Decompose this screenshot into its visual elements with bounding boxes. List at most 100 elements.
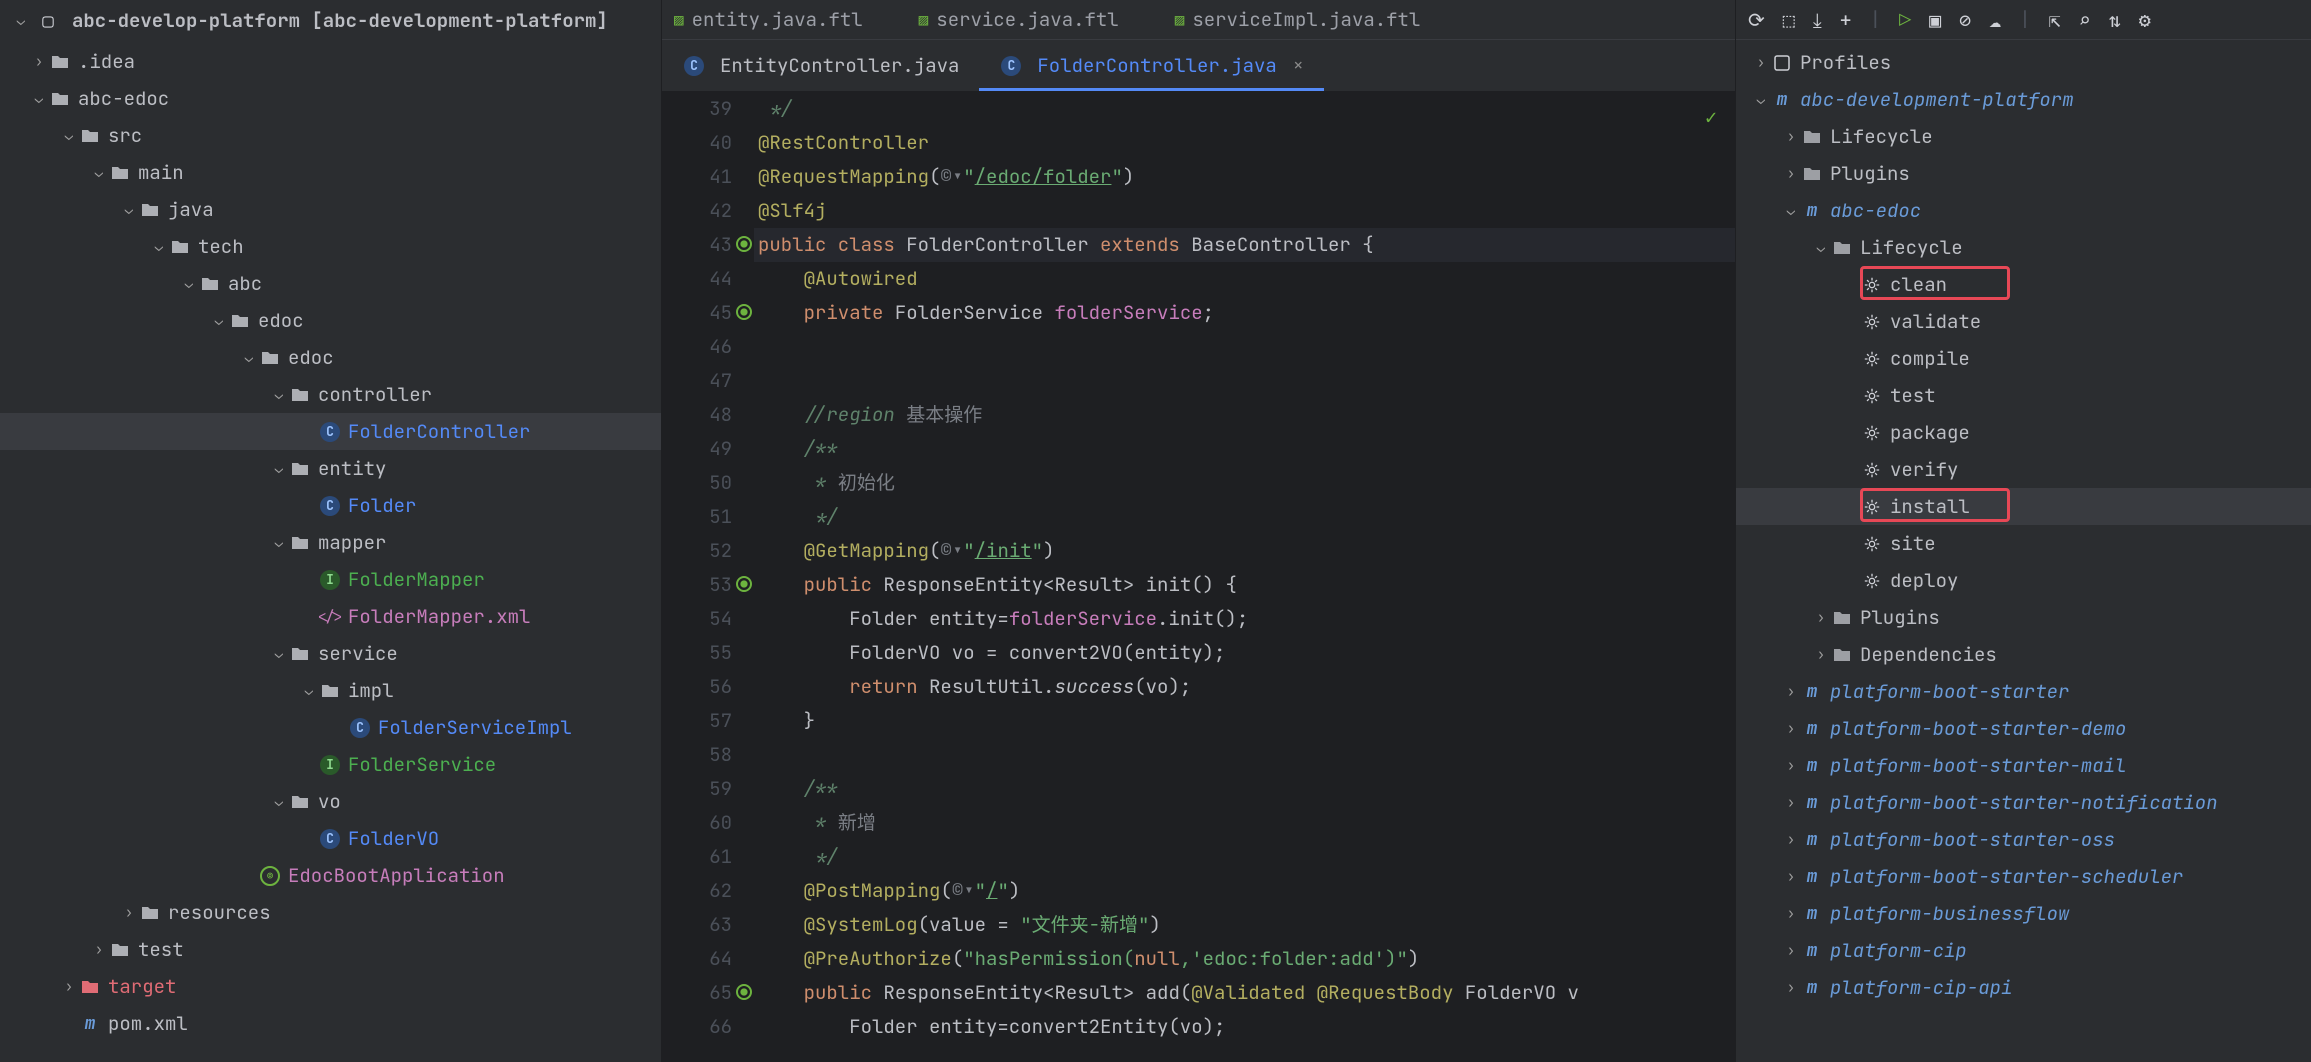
code-line[interactable]: public ResponseEntity<Result> add(@Valid… bbox=[754, 976, 1735, 1010]
gutter-number[interactable]: 53 bbox=[662, 568, 732, 602]
gutter-number[interactable]: 50 bbox=[662, 466, 732, 500]
maven-tree-row[interactable]: compile bbox=[1736, 340, 2311, 377]
gutter-number[interactable]: 47 bbox=[662, 364, 732, 398]
gutter-number[interactable]: 57 bbox=[662, 704, 732, 738]
editor-tab[interactable]: CEntityController.java bbox=[662, 40, 979, 91]
ftl-tab[interactable]: ▨service.java.ftl bbox=[919, 7, 1119, 32]
project-tree-row[interactable]: CFolderVO bbox=[0, 820, 661, 857]
maven-tree-row[interactable]: deploy bbox=[1736, 562, 2311, 599]
gutter-number[interactable]: 43 bbox=[662, 228, 732, 262]
gutter-marker-icon[interactable] bbox=[736, 984, 752, 1000]
code-line[interactable]: @RequestMapping(©▾"/edoc/folder") bbox=[754, 160, 1735, 194]
project-tree-row[interactable]: ⌄mapper bbox=[0, 524, 661, 561]
gutter-number[interactable]: 63 bbox=[662, 908, 732, 942]
maven-tree-row[interactable]: validate bbox=[1736, 303, 2311, 340]
gutter-number[interactable]: 55 bbox=[662, 636, 732, 670]
settings-icon[interactable]: ⚙ bbox=[2139, 7, 2151, 33]
code-line[interactable] bbox=[754, 364, 1735, 398]
inspections-ok-icon[interactable]: ✓ bbox=[1705, 104, 1717, 130]
code-line[interactable]: @Slf4j bbox=[754, 194, 1735, 228]
maven-tree-row[interactable]: package bbox=[1736, 414, 2311, 451]
code-line[interactable]: */ bbox=[754, 500, 1735, 534]
project-tree-row[interactable]: ⌄src bbox=[0, 117, 661, 154]
close-icon[interactable]: × bbox=[1293, 54, 1304, 77]
code-line[interactable]: @Autowired bbox=[754, 262, 1735, 296]
code-line[interactable]: @PostMapping(©▾"/") bbox=[754, 874, 1735, 908]
maven-tree-row[interactable]: ›mplatform-businessflow bbox=[1736, 895, 2311, 932]
gutter-marker-icon[interactable] bbox=[736, 236, 752, 252]
add-icon[interactable]: + bbox=[1840, 7, 1852, 33]
maven-tree-row[interactable]: test bbox=[1736, 377, 2311, 414]
project-tree-row[interactable]: ⌄edoc bbox=[0, 339, 661, 376]
code-line[interactable]: public class FolderController extends Ba… bbox=[754, 228, 1735, 262]
maven-tree-row[interactable]: ›Plugins bbox=[1736, 599, 2311, 636]
project-tree-row[interactable]: mpom.xml bbox=[0, 1005, 661, 1042]
code-line[interactable]: Folder entity=folderService.init(); bbox=[754, 602, 1735, 636]
gutter-number[interactable]: 40 bbox=[662, 126, 732, 160]
code-line[interactable]: FolderVO vo = convert2VO(entity); bbox=[754, 636, 1735, 670]
maven-tree-row[interactable]: ›mplatform-boot-starter-notification bbox=[1736, 784, 2311, 821]
project-tree-row[interactable]: ⌄abc-edoc bbox=[0, 80, 661, 117]
project-tree-row[interactable]: ›.idea bbox=[0, 43, 661, 80]
ftl-tab[interactable]: ▨serviceImpl.java.ftl bbox=[1175, 7, 1421, 32]
gutter-number[interactable]: 59 bbox=[662, 772, 732, 806]
offline-icon[interactable]: ☁ bbox=[1989, 7, 2001, 33]
editor-tab[interactable]: CFolderController.java× bbox=[979, 40, 1323, 91]
maven-tree-row[interactable]: ›Plugins bbox=[1736, 155, 2311, 192]
code-line[interactable]: * 初始化 bbox=[754, 466, 1735, 500]
code-line[interactable]: * 新增 bbox=[754, 806, 1735, 840]
reload-icon[interactable]: ⟳ bbox=[1748, 7, 1765, 33]
maven-tree-row[interactable]: ›mplatform-boot-starter-oss bbox=[1736, 821, 2311, 858]
maven-tree-row[interactable]: ›mplatform-cip bbox=[1736, 932, 2311, 969]
skip-icon[interactable]: ⊘ bbox=[1959, 7, 1971, 33]
code-line[interactable]: //region 基本操作 bbox=[754, 398, 1735, 432]
gutter-number[interactable]: 45 bbox=[662, 296, 732, 330]
gutter-number[interactable]: 65 bbox=[662, 976, 732, 1010]
gutter-number[interactable]: 39 bbox=[662, 92, 732, 126]
download-icon[interactable]: ⤓ bbox=[1813, 7, 1822, 33]
gutter-number[interactable]: 64 bbox=[662, 942, 732, 976]
code-area[interactable]: */@RestController@RequestMapping(©▾"/edo… bbox=[754, 92, 1735, 1062]
project-tree-row[interactable]: ›target bbox=[0, 968, 661, 1005]
profile-icon[interactable]: ⇅ bbox=[2109, 7, 2121, 33]
maven-tree-row[interactable]: site bbox=[1736, 525, 2311, 562]
maven-tree-row[interactable]: install bbox=[1736, 488, 2311, 525]
gutter-number[interactable]: 41 bbox=[662, 160, 732, 194]
project-tree-row[interactable]: CFolder bbox=[0, 487, 661, 524]
gutter-number[interactable]: 62 bbox=[662, 874, 732, 908]
gutter-marker-icon[interactable] bbox=[736, 304, 752, 320]
project-tree-row[interactable]: </>FolderMapper.xml bbox=[0, 598, 661, 635]
gutter-number[interactable]: 61 bbox=[662, 840, 732, 874]
gutter-number[interactable]: 51 bbox=[662, 500, 732, 534]
code-line[interactable]: @GetMapping(©▾"/init") bbox=[754, 534, 1735, 568]
project-tree-row[interactable]: ⌄service bbox=[0, 635, 661, 672]
code-line[interactable] bbox=[754, 738, 1735, 772]
code-line[interactable]: */ bbox=[754, 92, 1735, 126]
code-line[interactable]: /** bbox=[754, 772, 1735, 806]
maven-tree-row[interactable]: ›Dependencies bbox=[1736, 636, 2311, 673]
gutter-number[interactable]: 42 bbox=[662, 194, 732, 228]
code-line[interactable]: Folder entity=convert2Entity(vo); bbox=[754, 1010, 1735, 1044]
ftl-tab[interactable]: ▨entity.java.ftl bbox=[674, 7, 863, 32]
gutter-number[interactable]: 49 bbox=[662, 432, 732, 466]
code-line[interactable]: } bbox=[754, 704, 1735, 738]
project-tree-row[interactable]: ⌄tech bbox=[0, 228, 661, 265]
gutter-number[interactable]: 54 bbox=[662, 602, 732, 636]
gutter-number[interactable]: 60 bbox=[662, 806, 732, 840]
project-tree-row[interactable]: CFolderServiceImpl bbox=[0, 709, 661, 746]
code-line[interactable]: @SystemLog(value = "文件夹-新增") bbox=[754, 908, 1735, 942]
code-line[interactable]: @PreAuthorize("hasPermission(null,'edoc:… bbox=[754, 942, 1735, 976]
gutter-number[interactable]: 48 bbox=[662, 398, 732, 432]
generate-icon[interactable]: ⬚ bbox=[1783, 7, 1795, 33]
code-line[interactable] bbox=[754, 330, 1735, 364]
gutter-number[interactable]: 58 bbox=[662, 738, 732, 772]
search-icon[interactable]: ⌕ bbox=[2079, 7, 2091, 33]
code-line[interactable]: private FolderService folderService; bbox=[754, 296, 1735, 330]
project-tree-row[interactable]: IFolderMapper bbox=[0, 561, 661, 598]
project-tree-row[interactable]: ›test bbox=[0, 931, 661, 968]
code-line[interactable]: @RestController bbox=[754, 126, 1735, 160]
project-tree-row[interactable]: ⌄vo bbox=[0, 783, 661, 820]
code-line[interactable]: /** bbox=[754, 432, 1735, 466]
project-tree-row[interactable]: ›resources bbox=[0, 894, 661, 931]
gutter-number[interactable]: 46 bbox=[662, 330, 732, 364]
